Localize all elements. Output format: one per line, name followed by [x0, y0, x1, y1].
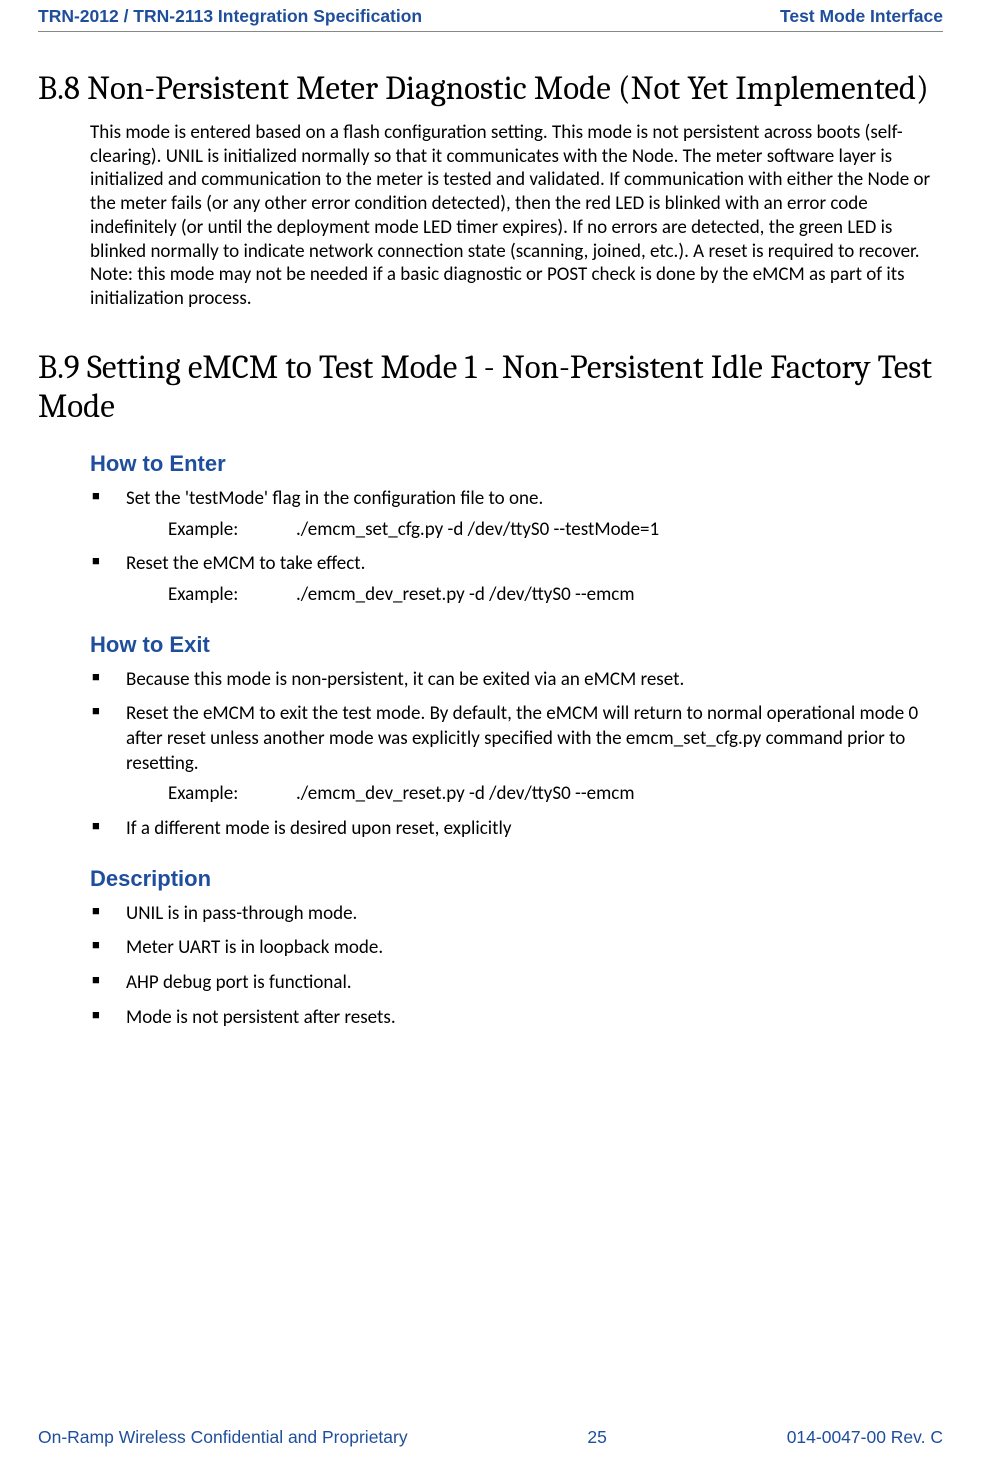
example-row: Example: ./emcm_dev_reset.py -d /dev/tty… — [168, 583, 943, 608]
footer-right: 014-0047-00 Rev. C — [787, 1427, 943, 1448]
list-item-text: Reset the eMCM to exit the test mode. By… — [126, 702, 918, 774]
header-right: Test Mode Interface — [780, 6, 943, 27]
footer-left: On-Ramp Wireless Confidential and Propri… — [38, 1427, 408, 1448]
how-to-exit-list: Because this mode is non-persistent, it … — [90, 668, 943, 842]
section-b9-title: B.9 Setting eMCM to Test Mode 1 - Non-Pe… — [38, 349, 943, 427]
how-to-exit-heading: How to Exit — [90, 632, 943, 658]
example-row: Example: ./emcm_set_cfg.py -d /dev/ttyS0… — [168, 518, 943, 543]
list-item-text: AHP debug port is functional. — [126, 971, 352, 994]
how-to-enter-heading: How to Enter — [90, 451, 943, 477]
list-item: Mode is not persistent after resets. — [90, 1006, 943, 1031]
list-item: AHP debug port is functional. — [90, 971, 943, 996]
list-item-text: Meter UART is in loopback mode. — [126, 936, 383, 959]
header-left: TRN-2012 / TRN-2113 Integration Specific… — [38, 6, 422, 27]
example-label: Example: — [168, 782, 296, 807]
description-list: UNIL is in pass-through mode. Meter UART… — [90, 902, 943, 1031]
list-item: Reset the eMCM to take effect. Example: … — [90, 552, 943, 607]
description-heading: Description — [90, 866, 943, 892]
example-row: Example: ./emcm_dev_reset.py -d /dev/tty… — [168, 782, 943, 807]
how-to-enter-list: Set the 'testMode' flag in the configura… — [90, 487, 943, 608]
list-item-text: If a different mode is desired upon rese… — [126, 817, 511, 840]
list-item-text: Because this mode is non-persistent, it … — [126, 668, 684, 691]
section-b8-title: B.8 Non-Persistent Meter Diagnostic Mode… — [38, 70, 943, 109]
list-item-text: UNIL is in pass-through mode. — [126, 902, 357, 925]
example-command: ./emcm_dev_reset.py -d /dev/ttyS0 --emcm — [296, 583, 943, 608]
list-item: Meter UART is in loopback mode. — [90, 936, 943, 961]
list-item: UNIL is in pass-through mode. — [90, 902, 943, 927]
list-item: If a different mode is desired upon rese… — [90, 817, 943, 842]
list-item: Set the 'testMode' flag in the configura… — [90, 487, 943, 542]
example-label: Example: — [168, 518, 296, 543]
example-label: Example: — [168, 583, 296, 608]
page-header: TRN-2012 / TRN-2113 Integration Specific… — [38, 0, 943, 32]
example-command: ./emcm_set_cfg.py -d /dev/ttyS0 --testMo… — [296, 518, 943, 543]
list-item-text: Set the 'testMode' flag in the configura… — [126, 487, 543, 510]
example-command: ./emcm_dev_reset.py -d /dev/ttyS0 --emcm — [296, 782, 943, 807]
list-item: Reset the eMCM to exit the test mode. By… — [90, 702, 943, 807]
section-b8-body: This mode is entered based on a flash co… — [90, 121, 943, 311]
footer-page-number: 25 — [587, 1427, 606, 1448]
list-item-text: Mode is not persistent after resets. — [126, 1006, 396, 1029]
list-item: Because this mode is non-persistent, it … — [90, 668, 943, 693]
list-item-text: Reset the eMCM to take effect. — [126, 552, 365, 575]
page-footer: On-Ramp Wireless Confidential and Propri… — [38, 1427, 943, 1448]
